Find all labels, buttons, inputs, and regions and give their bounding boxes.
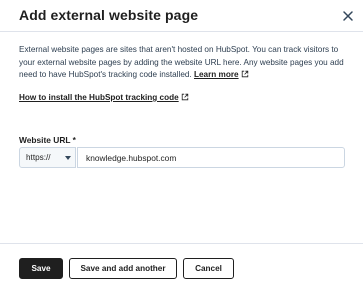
protocol-selected-value: https:// (26, 153, 51, 162)
install-tracking-code-label: How to install the HubSpot tracking code (19, 93, 179, 102)
modal-header: Add external website page (0, 0, 363, 32)
website-url-value: knowledge.hubspot.com (86, 153, 177, 163)
add-external-page-modal: Add external website page External websi… (0, 0, 363, 286)
install-tracking-code-link[interactable]: How to install the HubSpot tracking code (19, 93, 189, 102)
protocol-select[interactable]: https:// (19, 147, 76, 168)
description-text: External website pages are sites that ar… (19, 45, 344, 80)
chevron-down-icon (65, 156, 71, 160)
save-and-add-another-button[interactable]: Save and add another (69, 258, 177, 279)
external-link-icon (241, 70, 248, 78)
modal-title: Add external website page (19, 7, 199, 23)
save-button[interactable]: Save (19, 258, 63, 279)
website-url-input[interactable]: knowledge.hubspot.com (77, 147, 345, 168)
modal-footer: Save Save and add another Cancel (0, 243, 363, 286)
modal-description: External website pages are sites that ar… (19, 44, 355, 82)
external-link-icon (181, 93, 188, 101)
website-url-label: Website URL * (19, 135, 76, 145)
learn-more-link[interactable]: Learn more (194, 70, 249, 79)
cancel-button[interactable]: Cancel (183, 258, 234, 279)
close-icon[interactable] (341, 9, 355, 23)
